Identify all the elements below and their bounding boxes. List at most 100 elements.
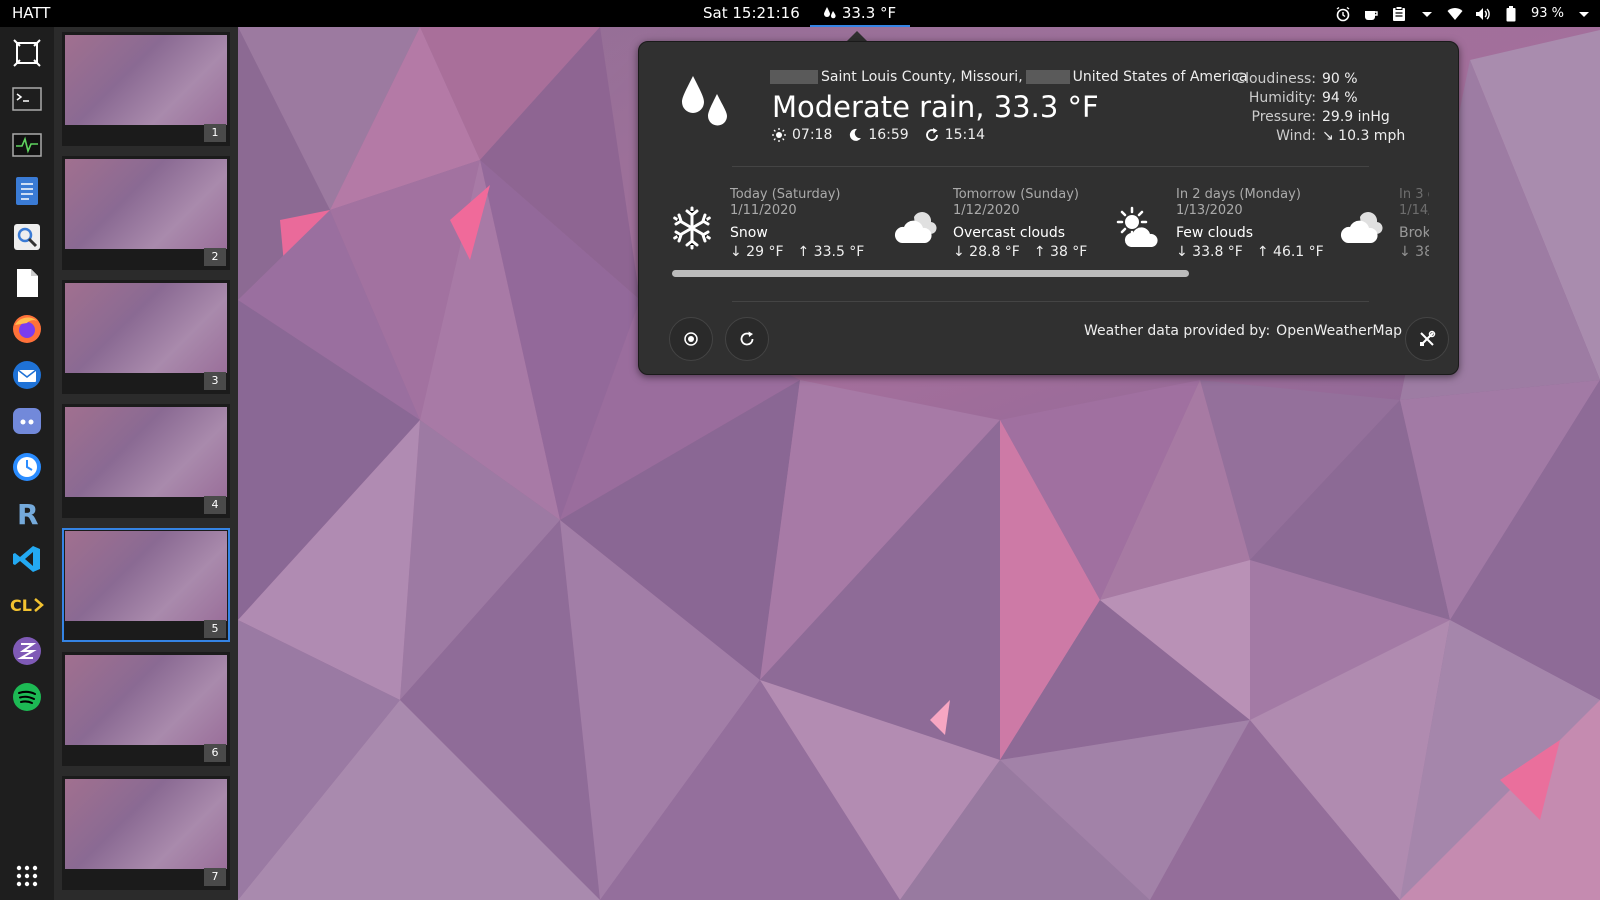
workspace-switcher: 1 2 3 4 5 6 7 bbox=[54, 27, 238, 900]
location-county: Saint Louis County, Missouri, bbox=[821, 69, 1023, 85]
sunrise-icon bbox=[772, 128, 786, 142]
forecast-day: Tomorrow (Sunday) 1/12/2020 Overcast clo… bbox=[892, 187, 1115, 267]
workspace-number: 1 bbox=[204, 124, 226, 142]
forecast-day-label: Tomorrow (Sunday) bbox=[953, 187, 1079, 202]
terminal-icon[interactable] bbox=[9, 81, 45, 117]
workspace-number: 3 bbox=[204, 372, 226, 390]
coffee-icon[interactable] bbox=[1363, 6, 1379, 22]
top-panel: HATT Sat 15:21:16 33.3 °F 93 % bbox=[0, 0, 1600, 27]
workspace-thumbnail[interactable]: 3 bbox=[62, 280, 230, 394]
wifi-icon[interactable] bbox=[1447, 6, 1463, 22]
system-monitor-icon[interactable] bbox=[9, 127, 45, 163]
workspace-thumbnail-active[interactable]: 5 bbox=[62, 528, 230, 642]
forecast-condition: Snow bbox=[730, 225, 768, 241]
clipboard-icon[interactable] bbox=[1391, 5, 1407, 22]
firefox-icon[interactable] bbox=[9, 311, 45, 347]
snow-icon bbox=[673, 206, 711, 250]
chevron-down-icon[interactable] bbox=[1576, 6, 1592, 22]
forecast-condition: Overcast clouds bbox=[953, 225, 1066, 241]
forecast-date: 1/13/2020 bbox=[1176, 203, 1243, 218]
workspace-preview bbox=[65, 655, 227, 745]
locations-button[interactable] bbox=[669, 317, 713, 361]
workspace-preview bbox=[65, 407, 227, 497]
humidity-label: Humidity: bbox=[1248, 89, 1316, 106]
workspace-preview bbox=[65, 35, 227, 125]
workspace-thumbnail[interactable]: 1 bbox=[62, 32, 230, 146]
wind-value: ↘ 10.3 mph bbox=[1322, 127, 1406, 144]
separator bbox=[732, 301, 1369, 302]
show-apps-icon[interactable] bbox=[11, 860, 43, 892]
workspace-overview-icon[interactable] bbox=[9, 35, 45, 71]
rstudio-icon[interactable]: R bbox=[9, 495, 45, 531]
provider-link[interactable]: OpenWeatherMap bbox=[1276, 323, 1402, 339]
forecast-strip[interactable]: Today (Saturday) 1/11/2020 Snow ↓ 29 °F ↑… bbox=[669, 187, 1429, 277]
cloudiness-value: 90 % bbox=[1322, 70, 1358, 87]
workspace-thumbnail[interactable]: 2 bbox=[62, 156, 230, 270]
workspace-preview bbox=[65, 779, 227, 869]
weather-indicator-temp: 33.3 °F bbox=[841, 3, 897, 22]
rain-icon bbox=[682, 76, 727, 126]
moon-icon bbox=[850, 128, 862, 141]
forecast-date: 1/12/2020 bbox=[953, 203, 1020, 218]
forecast-day-label: In 3 d bbox=[1399, 187, 1429, 202]
overcast-icon bbox=[894, 212, 937, 243]
refresh-icon bbox=[740, 331, 754, 346]
emacs-icon[interactable] bbox=[9, 633, 45, 669]
discord-icon[interactable] bbox=[9, 403, 45, 439]
vscode-icon[interactable] bbox=[9, 541, 45, 577]
clion-icon[interactable]: CL bbox=[9, 587, 45, 623]
activities-button[interactable]: HATT bbox=[12, 4, 50, 22]
workspace-thumbnail[interactable]: 7 bbox=[62, 776, 230, 890]
weather-summary: Moderate rain, 33.3 °F bbox=[772, 90, 1099, 124]
volume-icon[interactable] bbox=[1475, 6, 1491, 22]
workspace-preview bbox=[65, 283, 227, 373]
redacted-block bbox=[1025, 70, 1070, 84]
forecast-high: ↑ 33.5 °F bbox=[797, 244, 865, 260]
system-tray[interactable]: 93 % bbox=[1335, 0, 1592, 27]
forecast-condition: Brok bbox=[1399, 225, 1429, 241]
separator bbox=[732, 166, 1369, 167]
clock-icon[interactable] bbox=[9, 449, 45, 485]
clock[interactable]: Sat 15:21:16 bbox=[703, 4, 800, 22]
dash: R CL bbox=[0, 27, 54, 900]
humidity-value: 94 % bbox=[1322, 89, 1358, 106]
weather-details: Cloudiness: 90 % Humidity: 94 % Pressure: 2… bbox=[1224, 69, 1405, 145]
wind-label: Wind: bbox=[1276, 127, 1316, 144]
forecast-high: ↑ 38 °F bbox=[1033, 244, 1088, 260]
chevron-down-icon[interactable] bbox=[1419, 6, 1435, 22]
weather-indicator[interactable]: 33.3 °F bbox=[810, 0, 910, 27]
battery-percentage: 93 % bbox=[1530, 6, 1564, 21]
updated-time: 15:14 bbox=[944, 127, 986, 143]
forecast-day: In 3 d 1/14/ Brok ↓ 38 bbox=[1338, 187, 1429, 267]
thunderbird-icon[interactable] bbox=[9, 357, 45, 393]
document-icon[interactable] bbox=[9, 265, 45, 301]
spotify-icon[interactable] bbox=[9, 679, 45, 715]
workspace-thumbnail[interactable]: 4 bbox=[62, 404, 230, 518]
alarm-icon[interactable] bbox=[1335, 6, 1351, 22]
pressure-value: 29.9 inHg bbox=[1322, 108, 1390, 125]
text-editor-icon[interactable] bbox=[9, 173, 45, 209]
forecast-scrollbar[interactable] bbox=[672, 270, 1189, 277]
sunset-time: 16:59 bbox=[868, 127, 909, 143]
forecast-date: 1/14/ bbox=[1399, 203, 1429, 218]
forecast-condition: Few clouds bbox=[1176, 225, 1254, 241]
forecast-day: In 2 days (Monday) 1/13/2020 Few clouds … bbox=[1115, 187, 1338, 267]
forecast-date: 1/11/2020 bbox=[730, 203, 797, 218]
workspace-thumbnail[interactable]: 6 bbox=[62, 652, 230, 766]
broken-clouds-icon bbox=[1340, 212, 1383, 243]
preferences-button[interactable] bbox=[1405, 317, 1449, 361]
tools-icon bbox=[1420, 330, 1436, 346]
forecast-high: ↑ 46.1 °F bbox=[1256, 244, 1324, 260]
workspace-number: 5 bbox=[204, 620, 226, 638]
forecast-day-label: In 2 days (Monday) bbox=[1176, 187, 1301, 202]
workspace-number: 2 bbox=[204, 248, 226, 266]
forecast-low: ↓ 29 °F bbox=[730, 244, 784, 260]
refresh-icon bbox=[925, 128, 938, 141]
forecast-day-label: Today (Saturday) bbox=[730, 187, 841, 202]
image-viewer-icon[interactable] bbox=[9, 219, 45, 255]
location-line: Saint Louis County, Missouri, United Sta… bbox=[770, 69, 1248, 85]
refresh-button[interactable] bbox=[725, 317, 769, 361]
raindrops-icon bbox=[823, 6, 836, 18]
battery-icon[interactable] bbox=[1503, 5, 1519, 22]
provider-label: Weather data provided by: bbox=[1084, 323, 1271, 339]
